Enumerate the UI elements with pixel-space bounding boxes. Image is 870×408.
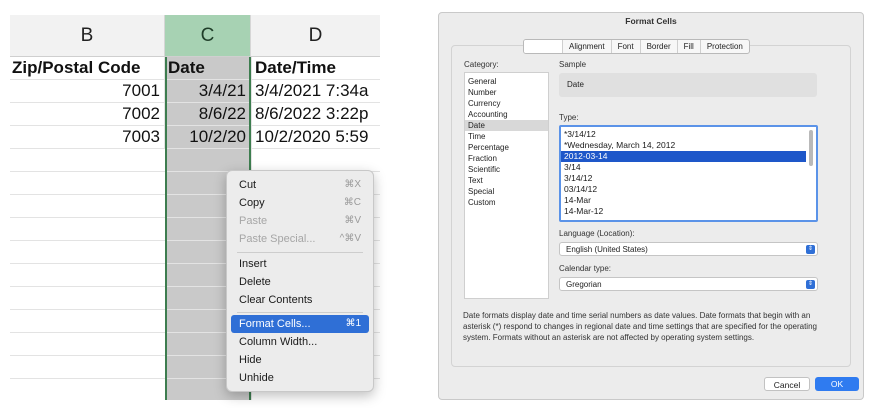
ok-button[interactable]: OK xyxy=(815,377,859,391)
context-menu: Cut ⌘X Copy ⌘C Paste ⌘V Paste Special... ^⌘V… xyxy=(226,170,374,392)
type-list[interactable]: *3/14/12 *Wednesday, March 14, 2012 2012… xyxy=(559,125,818,222)
language-value: English (United States) xyxy=(566,245,648,254)
cell-date[interactable]: 3/4/21 xyxy=(165,80,251,102)
empty-row[interactable] xyxy=(10,149,380,172)
category-list[interactable]: General Number Currency Accounting Date … xyxy=(464,72,549,299)
category-item-number[interactable]: Number xyxy=(465,87,548,98)
category-item-fraction[interactable]: Fraction xyxy=(465,153,548,164)
menu-item-delete[interactable]: Delete xyxy=(231,273,369,291)
category-item-special[interactable]: Special xyxy=(465,186,548,197)
cell-zip[interactable]: 7002 xyxy=(10,103,165,125)
calendar-value: Gregorian xyxy=(566,280,602,289)
format-description: Date formats display date and time seria… xyxy=(463,311,817,342)
type-label: Type: xyxy=(559,113,579,122)
menu-item-copy[interactable]: Copy ⌘C xyxy=(231,194,369,212)
table-row: Zip/Postal Code Date Date/Time xyxy=(10,57,380,80)
tab-border[interactable]: Border xyxy=(641,40,678,53)
menu-item-hide[interactable]: Hide xyxy=(231,351,369,369)
dialog-title: Format Cells xyxy=(625,16,677,26)
chevron-updown-icon: ⇕ xyxy=(806,280,815,289)
menu-separator xyxy=(237,312,363,313)
menu-separator xyxy=(237,252,363,253)
language-label: Language (Location): xyxy=(559,229,635,238)
cell-date[interactable]: 10/2/20 xyxy=(165,126,251,148)
header-cell-date[interactable]: Date xyxy=(165,57,251,79)
type-item[interactable]: 14-Mar-12 xyxy=(561,206,806,217)
menu-item-format-cells[interactable]: Format Cells... ⌘1 xyxy=(231,315,369,333)
type-list-scrollbar[interactable] xyxy=(809,130,813,166)
category-item-custom[interactable]: Custom xyxy=(465,197,548,208)
cell-zip[interactable]: 7001 xyxy=(10,80,165,102)
menu-item-unhide[interactable]: Unhide xyxy=(231,369,369,387)
column-header-b[interactable]: B xyxy=(10,15,165,57)
menu-item-insert[interactable]: Insert xyxy=(231,255,369,273)
column-header-d[interactable]: D xyxy=(251,15,380,57)
category-item-currency[interactable]: Currency xyxy=(465,98,548,109)
tab-font[interactable]: Font xyxy=(612,40,641,53)
cell-datetime[interactable]: 8/6/2022 3:22p xyxy=(251,103,380,125)
category-item-time[interactable]: Time xyxy=(465,131,548,142)
table-row: 7001 3/4/21 3/4/2021 7:34a xyxy=(10,80,380,103)
category-item-date[interactable]: Date xyxy=(465,120,548,131)
type-item[interactable]: 3/14/12 xyxy=(561,173,806,184)
format-cells-dialog: Format Cells Alignment Font Border Fill … xyxy=(438,12,864,400)
calendar-label: Calendar type: xyxy=(559,264,612,273)
cell-datetime[interactable]: 10/2/2020 5:59 xyxy=(251,126,380,148)
category-item-accounting[interactable]: Accounting xyxy=(465,109,548,120)
sample-label: Sample xyxy=(559,60,587,69)
category-label: Category: xyxy=(464,60,499,69)
type-item-selected[interactable]: 2012-03-14 xyxy=(561,151,806,162)
tab-fill[interactable]: Fill xyxy=(678,40,701,53)
menu-item-paste-special[interactable]: Paste Special... ^⌘V xyxy=(231,230,369,248)
menu-item-paste[interactable]: Paste ⌘V xyxy=(231,212,369,230)
type-item[interactable]: *Wednesday, March 14, 2012 xyxy=(561,140,806,151)
sample-box: Date xyxy=(559,73,817,97)
tab-bar: Alignment Font Border Fill Protection xyxy=(523,39,750,54)
calendar-select[interactable]: Gregorian ⇕ xyxy=(559,277,818,291)
tab-number[interactable] xyxy=(524,40,563,53)
category-item-text[interactable]: Text xyxy=(465,175,548,186)
cell-date[interactable]: 8/6/22 xyxy=(165,103,251,125)
type-item[interactable]: 14-Mar xyxy=(561,195,806,206)
category-item-percentage[interactable]: Percentage xyxy=(465,142,548,153)
type-item[interactable]: 03/14/12 xyxy=(561,184,806,195)
type-item[interactable]: *3/14/12 xyxy=(561,129,806,140)
header-cell-zip[interactable]: Zip/Postal Code xyxy=(10,57,165,79)
column-header-c[interactable]: C xyxy=(165,15,251,57)
menu-item-column-width[interactable]: Column Width... xyxy=(231,333,369,351)
menu-item-clear-contents[interactable]: Clear Contents xyxy=(231,291,369,309)
language-select[interactable]: English (United States) ⇕ xyxy=(559,242,818,256)
type-item[interactable]: 3/14 xyxy=(561,162,806,173)
category-item-general[interactable]: General xyxy=(465,76,548,87)
cell-zip[interactable]: 7003 xyxy=(10,126,165,148)
cell-datetime[interactable]: 3/4/2021 7:34a xyxy=(251,80,380,102)
tab-protection[interactable]: Protection xyxy=(701,40,749,53)
menu-item-cut[interactable]: Cut ⌘X xyxy=(231,176,369,194)
grid-line xyxy=(165,57,166,400)
cancel-button[interactable]: Cancel xyxy=(764,377,810,391)
sample-value: Date xyxy=(567,80,584,89)
chevron-updown-icon: ⇕ xyxy=(806,245,815,254)
header-cell-datetime[interactable]: Date/Time xyxy=(251,57,380,79)
table-row: 7002 8/6/22 8/6/2022 3:22p xyxy=(10,103,380,126)
tab-alignment[interactable]: Alignment xyxy=(563,40,612,53)
category-item-scientific[interactable]: Scientific xyxy=(465,164,548,175)
table-row: 7003 10/2/20 10/2/2020 5:59 xyxy=(10,126,380,149)
